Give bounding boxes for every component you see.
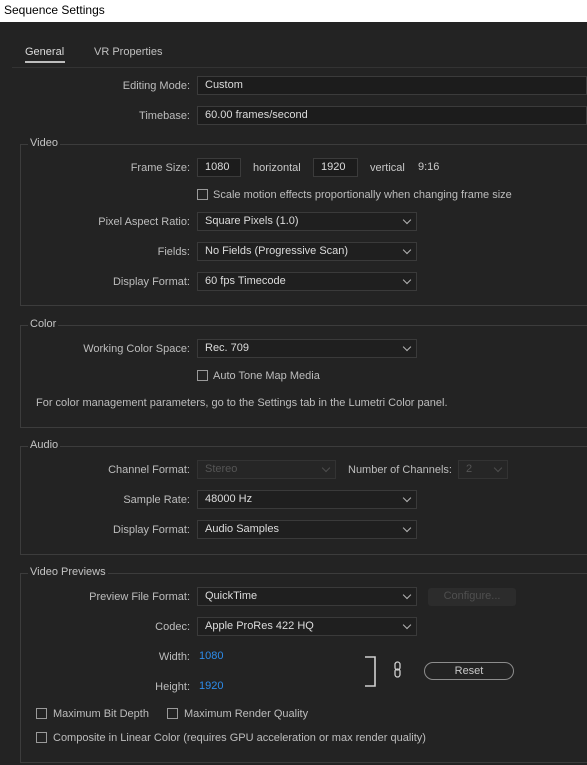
reset-button[interactable]: Reset xyxy=(424,662,514,680)
pixel-aspect-ratio-label: Pixel Aspect Ratio: xyxy=(98,216,190,228)
auto-tone-map-checkbox[interactable] xyxy=(197,370,208,381)
tab-vr-properties[interactable]: VR Properties xyxy=(94,46,162,58)
video-group-title: Video xyxy=(28,137,60,149)
frame-width-input[interactable]: 1080 xyxy=(197,158,241,177)
chevron-down-icon xyxy=(493,463,503,473)
configure-button[interactable]: Configure... xyxy=(428,588,516,606)
working-color-space-label: Working Color Space: xyxy=(83,343,190,355)
maximum-render-quality-label: Maximum Render Quality xyxy=(184,708,309,720)
chevron-down-icon xyxy=(402,275,412,285)
sample-rate-label: Sample Rate: xyxy=(123,494,190,506)
color-group-title: Color xyxy=(28,318,59,330)
fields-dropdown[interactable]: No Fields (Progressive Scan) xyxy=(197,242,417,261)
tab-general[interactable]: General xyxy=(25,46,64,58)
video-display-format-dropdown[interactable]: 60 fps Timecode xyxy=(197,272,417,291)
chevron-down-icon xyxy=(402,620,412,630)
editing-mode-label: Editing Mode: xyxy=(122,80,190,92)
chevron-down-icon xyxy=(402,342,412,352)
maximum-bit-depth-checkbox[interactable] xyxy=(36,708,47,719)
timebase-dropdown[interactable]: 60.00 frames/second xyxy=(197,106,587,125)
tab-divider xyxy=(12,67,587,68)
scale-motion-checkbox[interactable] xyxy=(197,189,208,200)
maximum-bit-depth-label: Maximum Bit Depth xyxy=(53,708,149,720)
composite-linear-checkbox[interactable] xyxy=(36,732,47,743)
chevron-down-icon xyxy=(321,463,331,473)
preview-file-format-label: Preview File Format: xyxy=(89,591,190,603)
preview-width-value[interactable]: 1080 xyxy=(199,650,223,662)
video-previews-group-title: Video Previews xyxy=(28,566,108,578)
number-of-channels-dropdown[interactable]: 2 xyxy=(458,460,508,479)
window-title: Sequence Settings xyxy=(4,3,105,17)
timebase-label: Timebase: xyxy=(139,110,190,122)
chevron-down-icon xyxy=(402,493,412,503)
chevron-down-icon xyxy=(402,590,412,600)
codec-dropdown[interactable]: Apple ProRes 422 HQ xyxy=(197,617,417,636)
composite-linear-label: Composite in Linear Color (requires GPU … xyxy=(53,732,426,744)
auto-tone-map-label: Auto Tone Map Media xyxy=(213,370,320,382)
working-color-space-dropdown[interactable]: Rec. 709 xyxy=(197,339,417,358)
title-bar: Sequence Settings xyxy=(0,0,587,22)
audio-display-format-dropdown[interactable]: Audio Samples xyxy=(197,520,417,539)
frame-height-input[interactable]: 1920 xyxy=(313,158,358,177)
chevron-down-icon xyxy=(402,245,412,255)
channel-format-label: Channel Format: xyxy=(108,464,190,476)
pixel-aspect-ratio-dropdown[interactable]: Square Pixels (1.0) xyxy=(197,212,417,231)
preview-height-label: Height: xyxy=(155,681,190,693)
vertical-label: vertical xyxy=(370,162,405,174)
preview-height-value[interactable]: 1920 xyxy=(199,680,223,692)
audio-group-title: Audio xyxy=(28,439,61,451)
maximum-render-quality-checkbox[interactable] xyxy=(167,708,178,719)
editing-mode-dropdown[interactable]: Custom xyxy=(197,76,587,95)
scale-motion-label: Scale motion effects proportionally when… xyxy=(213,189,512,201)
chevron-down-icon xyxy=(402,523,412,533)
chevron-down-icon xyxy=(402,215,412,225)
horizontal-label: horizontal xyxy=(253,162,301,174)
video-display-format-label: Display Format: xyxy=(112,276,190,288)
codec-label: Codec: xyxy=(155,621,190,633)
channel-format-dropdown[interactable]: Stereo xyxy=(197,460,336,479)
frame-size-label: Frame Size: xyxy=(130,162,190,174)
tab-active-indicator xyxy=(25,61,65,63)
number-of-channels-label: Number of Channels: xyxy=(348,464,452,476)
preview-file-format-dropdown[interactable]: QuickTime xyxy=(197,587,417,606)
color-management-note: For color management parameters, go to t… xyxy=(36,397,448,409)
audio-display-format-label: Display Format: xyxy=(112,524,190,536)
chain-link-icon[interactable] xyxy=(392,661,404,679)
aspect-ratio-readout: 9:16 xyxy=(418,161,440,173)
preview-width-label: Width: xyxy=(158,651,190,663)
fields-label: Fields: xyxy=(157,246,190,258)
sample-rate-dropdown[interactable]: 48000 Hz xyxy=(197,490,417,509)
